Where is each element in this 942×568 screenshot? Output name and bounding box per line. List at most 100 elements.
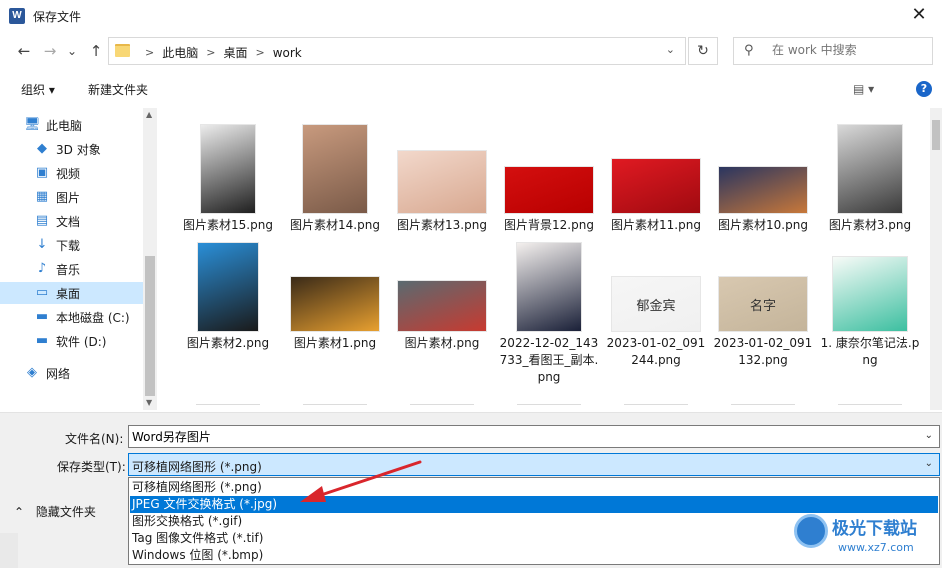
- file-item[interactable]: 图片素材1.png: [283, 236, 387, 352]
- sidebar-item-cube[interactable]: ◆ 3D 对象: [0, 138, 143, 160]
- breadcrumb: > 此电脑 > 桌面 > work: [137, 44, 302, 61]
- sidebar-item-label: 视频: [56, 166, 81, 181]
- file-item[interactable]: 图片素材.png: [390, 236, 494, 352]
- file-list-scrollbar[interactable]: [930, 108, 942, 410]
- file-item-partial[interactable]: [410, 404, 474, 410]
- sidebar-item-label: 桌面: [56, 286, 81, 301]
- file-thumbnail: 郁金宾: [611, 276, 701, 332]
- file-item-partial[interactable]: [517, 404, 581, 410]
- file-name: 2023-01-02_091132.png: [713, 336, 813, 367]
- file-thumbnail: 名字: [718, 276, 808, 332]
- sidebar-item-document[interactable]: ▤ 文档: [0, 210, 143, 232]
- forward-button[interactable]: →: [40, 41, 60, 61]
- file-item[interactable]: 图片素材13.png: [390, 118, 494, 234]
- video-icon: ▣: [35, 165, 49, 180]
- search-input[interactable]: [772, 43, 922, 57]
- file-list-scroll-thumb[interactable]: [932, 120, 940, 150]
- navigation-bar: ← → ⌄ ↑ > 此电脑 > 桌面 > work ⌄ ↻ ⚲: [0, 32, 942, 70]
- file-thumbnail: [397, 280, 487, 332]
- file-item-partial[interactable]: [624, 404, 688, 410]
- sidebar-item-video[interactable]: ▣ 视频: [0, 162, 143, 184]
- breadcrumb-desktop[interactable]: 桌面: [223, 44, 247, 61]
- file-item[interactable]: 图片素材10.png: [711, 118, 815, 234]
- title-bar: W 保存文件 ✕: [0, 0, 942, 32]
- sidebar-item-drive-c[interactable]: ▬ 本地磁盘 (C:): [0, 306, 143, 328]
- file-item[interactable]: 图片素材11.png: [604, 118, 708, 234]
- network-icon: ◈: [27, 365, 37, 380]
- cube-icon: ◆: [37, 141, 47, 156]
- chevron-down-icon[interactable]: ⌄: [925, 430, 933, 441]
- breadcrumb-work[interactable]: work: [273, 46, 302, 60]
- file-item[interactable]: 2022-12-02_143733_看图王_副本.png: [497, 236, 601, 386]
- address-bar[interactable]: > 此电脑 > 桌面 > work ⌄: [108, 37, 686, 65]
- file-item[interactable]: 图片背景12.png: [497, 118, 601, 234]
- file-item-partial[interactable]: [196, 404, 260, 410]
- file-item[interactable]: 图片素材2.png: [176, 236, 280, 352]
- file-thumbnail: [611, 158, 701, 214]
- chevron-right-icon: >: [255, 46, 265, 59]
- filename-input[interactable]: [132, 429, 892, 443]
- document-icon: ▤: [35, 213, 49, 228]
- hide-folders-button[interactable]: ⌃ 隐藏文件夹: [14, 503, 96, 520]
- chevron-right-icon: >: [145, 46, 155, 59]
- file-thumbnail: [516, 242, 582, 332]
- file-thumbnail: [504, 166, 594, 214]
- sidebar-item-pictures[interactable]: ▦ 图片: [0, 186, 143, 208]
- filename-combobox[interactable]: ⌄: [128, 425, 940, 448]
- organize-button[interactable]: 组织 ▾: [21, 81, 55, 98]
- file-name: 图片素材15.png: [183, 218, 273, 232]
- sidebar-item-desktop[interactable]: ▭ 桌面: [0, 282, 143, 304]
- file-thumbnail: [200, 124, 256, 214]
- sidebar-item-drive-d[interactable]: ▬ 软件 (D:): [0, 330, 143, 352]
- refresh-button[interactable]: ↻: [688, 37, 718, 65]
- scroll-up-icon[interactable]: ▲: [146, 110, 152, 119]
- sidebar-item-music[interactable]: ♪ 音乐: [0, 258, 143, 280]
- search-box[interactable]: ⚲: [733, 37, 933, 65]
- file-item-partial[interactable]: [838, 404, 902, 410]
- sidebar-item-network[interactable]: ◈ 网络: [0, 362, 143, 384]
- recent-locations-button[interactable]: ⌄: [62, 41, 82, 61]
- breadcrumb-this-pc[interactable]: 此电脑: [162, 44, 198, 61]
- file-item-partial[interactable]: [303, 404, 367, 410]
- file-item[interactable]: 1. 康奈尔笔记法.png: [818, 236, 922, 369]
- file-item-partial[interactable]: [731, 404, 795, 410]
- save-type-select[interactable]: 可移植网络图形 (*.png) ⌄: [128, 453, 940, 476]
- watermark: 极光下载站 www.xz7.com: [790, 508, 940, 564]
- sidebar-item-download[interactable]: ↓ 下载: [0, 234, 143, 256]
- watermark-brand: 极光下载站: [832, 519, 917, 539]
- sidebar-item-label: 下载: [56, 238, 81, 253]
- folder-icon: [115, 44, 130, 57]
- file-list: 图片素材15.png 图片素材14.png 图片素材13.png 图片背景12.png…: [160, 108, 930, 410]
- sidebar-scrollbar[interactable]: ▲ ▼: [143, 108, 157, 410]
- download-icon: ↓: [36, 237, 48, 252]
- close-button[interactable]: ✕: [896, 0, 942, 32]
- file-name: 图片素材.png: [404, 336, 480, 350]
- watermark-logo-icon: [794, 514, 828, 548]
- up-button[interactable]: ↑: [86, 41, 106, 61]
- scroll-down-icon[interactable]: ▼: [146, 398, 152, 407]
- view-options-button[interactable]: ▤ ▾: [853, 82, 874, 96]
- help-icon[interactable]: ?: [916, 81, 932, 97]
- back-button[interactable]: ←: [14, 41, 34, 61]
- file-thumbnail: [290, 276, 380, 332]
- sidebar-item-label: 音乐: [56, 262, 81, 277]
- save-type-option[interactable]: 可移植网络图形 (*.png): [130, 479, 938, 496]
- file-item[interactable]: 郁金宾 2023-01-02_091244.png: [604, 236, 708, 369]
- file-item[interactable]: 图片素材3.png: [818, 118, 922, 234]
- signature-text: 名字: [749, 298, 776, 314]
- file-name: 2022-12-02_143733_看图王_副本.png: [499, 336, 599, 384]
- file-item[interactable]: 名字 2023-01-02_091132.png: [711, 236, 815, 369]
- sidebar-item-computer[interactable]: 🖥 此电脑: [0, 114, 143, 136]
- file-thumbnail: [718, 166, 808, 214]
- save-type-label: 保存类型(T):: [57, 460, 126, 474]
- window-title: 保存文件: [33, 10, 82, 24]
- new-folder-button[interactable]: 新建文件夹: [88, 81, 148, 98]
- sidebar-scroll-thumb[interactable]: [145, 256, 155, 396]
- file-item[interactable]: 图片素材14.png: [283, 118, 387, 234]
- file-name: 图片素材2.png: [186, 336, 270, 350]
- chevron-right-icon: >: [206, 46, 216, 59]
- file-item[interactable]: 图片素材15.png: [176, 118, 280, 234]
- sidebar-item-label: 此电脑: [46, 118, 83, 133]
- address-dropdown-icon[interactable]: ⌄: [666, 43, 675, 56]
- chevron-down-icon[interactable]: ⌄: [925, 458, 933, 469]
